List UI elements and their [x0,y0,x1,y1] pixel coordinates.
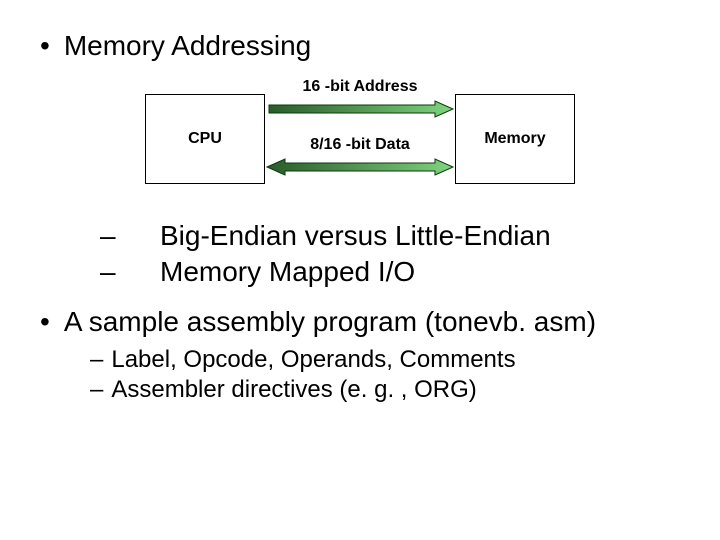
bullet-glyph: • [40,32,50,60]
address-arrow-icon [265,100,455,118]
cpu-label: CPU [188,130,222,148]
bullet-glyph: • [40,308,50,336]
address-bus-label: 16 -bit Address [265,78,455,96]
sub-item-endian: – Big-Endian versus Little-Endian [100,220,680,252]
dash-glyph: – [90,376,103,404]
memory-box: Memory [455,94,575,184]
sub2-item-directives: – Assembler directives (e. g. , ORG) [90,376,680,404]
data-arrow-icon [265,158,455,176]
bullet-text-sample-program: A sample assembly program (tonevb. asm) [64,306,596,338]
sub-list-1: – Big-Endian versus Little-Endian – Memo… [100,220,680,288]
sub-text-mmio: Memory Mapped I/O [160,256,415,288]
memory-label: Memory [484,130,545,148]
bullet-item-1: • Memory Addressing [40,30,680,62]
dash-glyph: – [90,346,103,374]
sub-list-2: – Label, Opcode, Operands, Comments – As… [90,346,680,404]
bullet-item-2: • A sample assembly program (tonevb. asm… [40,306,680,338]
cpu-box: CPU [145,94,265,184]
slide: • Memory Addressing CPU Memory 16 -bit A… [0,0,720,540]
dash-glyph: – [100,256,160,288]
dash-glyph: – [100,220,160,252]
sub2-text-directives: Assembler directives (e. g. , ORG) [111,376,476,404]
cpu-memory-diagram: CPU Memory 16 -bit Address 8/16 -bit Dat… [145,82,575,202]
sub-text-endian: Big-Endian versus Little-Endian [160,220,551,252]
sub2-item-fields: – Label, Opcode, Operands, Comments [90,346,680,374]
sub2-text-fields: Label, Opcode, Operands, Comments [111,346,515,374]
sub-item-mmio: – Memory Mapped I/O [100,256,680,288]
data-bus-label: 8/16 -bit Data [265,136,455,154]
bullet-text-memory-addressing: Memory Addressing [64,30,311,62]
